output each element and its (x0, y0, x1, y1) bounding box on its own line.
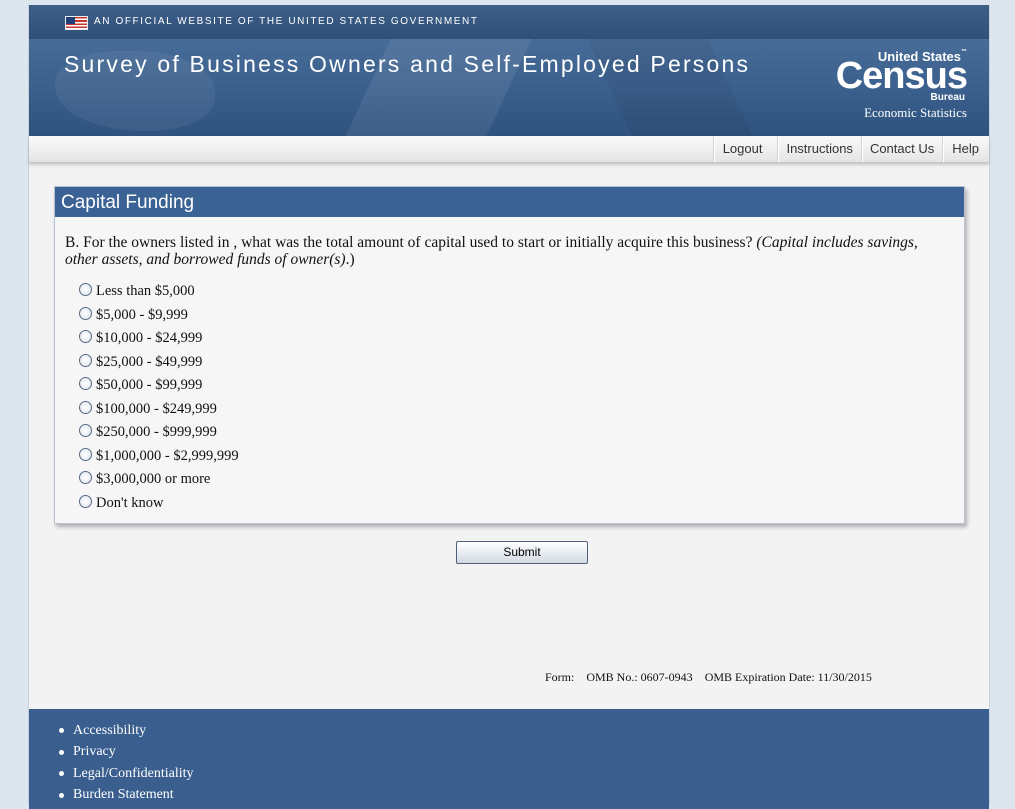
logo-economic-statistics: Economic Statistics (864, 105, 967, 120)
bullet-icon (59, 728, 64, 734)
option-250000-999999[interactable]: $250,000 - $999,999 (79, 421, 239, 445)
omb-number: OMB No.: 0607-0943 (586, 670, 693, 684)
radio-button[interactable] (79, 353, 92, 367)
option-5000-9999[interactable]: $5,000 - $9,999 (79, 304, 239, 328)
radio-button[interactable] (79, 283, 92, 297)
option-label: $250,000 - $999,999 (96, 424, 217, 441)
option-dont-know[interactable]: Don't know (79, 492, 239, 516)
site-footer: Accessibility Privacy Legal/Confidential… (29, 709, 989, 809)
option-label: $25,000 - $49,999 (96, 353, 203, 370)
answer-options: Less than $5,000 $5,000 - $9,999 $10,000… (79, 280, 239, 515)
census-bureau-logo: United States™ Census Bureau Economic St… (829, 49, 979, 125)
footer-item: Legal/Confidentiality (59, 763, 194, 785)
radio-button[interactable] (79, 471, 92, 485)
option-50000-99999[interactable]: $50,000 - $99,999 (79, 374, 239, 398)
page-shell: AN OFFICIAL WEBSITE OF THE UNITED STATES… (29, 5, 989, 809)
capital-funding-panel: Capital Funding B. For the owners listed… (54, 186, 965, 524)
radio-button[interactable] (79, 400, 92, 414)
top-nav: Logout Instructions Contact Us Help (29, 136, 989, 163)
omb-expiration: OMB Expiration Date: 11/30/2015 (704, 670, 872, 684)
option-label: Don't know (96, 494, 164, 511)
radio-button[interactable] (79, 377, 92, 391)
radio-button[interactable] (79, 494, 92, 508)
option-label: $3,000,000 or more (96, 471, 211, 488)
bullet-icon (59, 749, 64, 755)
site-header: Survey of Business Owners and Self-Emplo… (29, 39, 989, 136)
gov-banner: AN OFFICIAL WEBSITE OF THE UNITED STATES… (29, 5, 989, 39)
option-25000-49999[interactable]: $25,000 - $49,999 (79, 351, 239, 375)
footer-item: Burden Statement (59, 785, 194, 807)
us-flag-icon (65, 16, 88, 30)
footer-link-burden[interactable]: Burden Statement (73, 787, 174, 803)
question-main: B. For the owners listed in , what was t… (65, 234, 757, 251)
option-1000000-2999999[interactable]: $1,000,000 - $2,999,999 (79, 445, 239, 469)
radio-button[interactable] (79, 424, 92, 438)
bullet-icon (59, 792, 64, 798)
option-3000000-or-more[interactable]: $3,000,000 or more (79, 468, 239, 492)
question-end: .) (345, 251, 355, 268)
logo-census: Census (835, 55, 968, 97)
nav-contact-us[interactable]: Contact Us (860, 136, 942, 162)
option-label: $10,000 - $24,999 (96, 330, 203, 347)
option-10000-24999[interactable]: $10,000 - $24,999 (79, 327, 239, 351)
submit-button[interactable]: Submit (456, 541, 588, 564)
omb-form-label: Form: (545, 670, 575, 684)
radio-button[interactable] (79, 306, 92, 320)
radio-button[interactable] (79, 330, 92, 344)
question-text: B. For the owners listed in , what was t… (65, 234, 945, 268)
option-label: $5,000 - $9,999 (96, 306, 188, 323)
nav-help[interactable]: Help (942, 136, 989, 162)
footer-link-legal[interactable]: Legal/Confidentiality (73, 766, 194, 782)
nav-instructions[interactable]: Instructions (777, 136, 860, 162)
option-label: Less than $5,000 (96, 283, 195, 300)
panel-title: Capital Funding (55, 187, 964, 217)
omb-info: Form: OMB No.: 0607-0943 OMB Expiration … (545, 670, 872, 685)
gov-banner-text: AN OFFICIAL WEBSITE OF THE UNITED STATES… (94, 16, 479, 27)
footer-link-privacy[interactable]: Privacy (73, 744, 116, 760)
logo-bureau: Bureau (930, 92, 965, 103)
footer-item: Privacy (59, 742, 194, 764)
bullet-icon (59, 771, 64, 777)
option-label: $1,000,000 - $2,999,999 (96, 447, 239, 464)
survey-title: Survey of Business Owners and Self-Emplo… (64, 51, 751, 77)
footer-item: Accessibility (59, 720, 194, 742)
option-label: $50,000 - $99,999 (96, 377, 203, 394)
option-100000-249999[interactable]: $100,000 - $249,999 (79, 398, 239, 422)
option-less-than-5000[interactable]: Less than $5,000 (79, 280, 239, 304)
radio-button[interactable] (79, 447, 92, 461)
footer-link-accessibility[interactable]: Accessibility (73, 723, 146, 739)
option-label: $100,000 - $249,999 (96, 400, 217, 417)
nav-logout[interactable]: Logout (712, 136, 778, 162)
